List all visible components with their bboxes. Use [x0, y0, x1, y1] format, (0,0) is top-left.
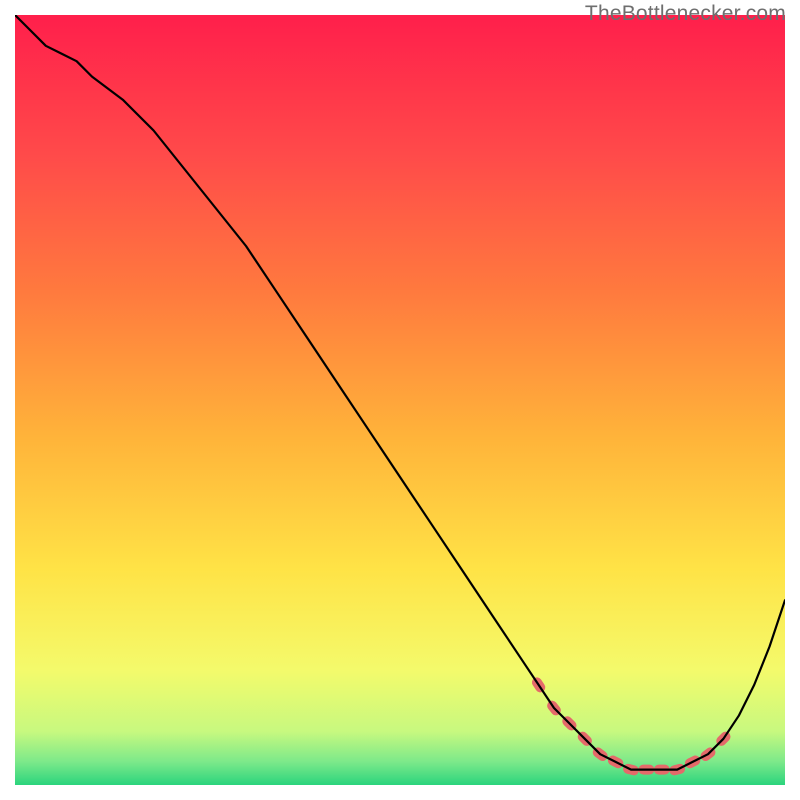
curve-layer — [15, 15, 785, 785]
chart-frame: TheBottlenecker.com — [0, 0, 800, 800]
plot-area — [15, 15, 785, 785]
bottleneck-curve — [15, 15, 785, 770]
watermark-text: TheBottlenecker.com — [585, 2, 786, 26]
marker-group — [530, 675, 733, 776]
